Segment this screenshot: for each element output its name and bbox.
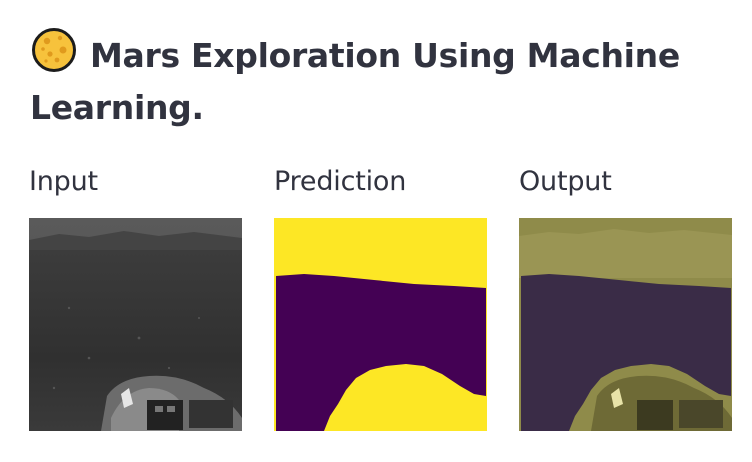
prediction-image bbox=[274, 218, 487, 431]
prediction-heading: Prediction bbox=[274, 166, 407, 197]
page-title: Mars Exploration Using Machine Learning. bbox=[30, 26, 730, 134]
output-column: Output bbox=[519, 162, 732, 431]
planet-emoji-icon bbox=[32, 28, 76, 72]
input-column: Input bbox=[29, 162, 242, 431]
output-image bbox=[519, 218, 732, 431]
input-image bbox=[29, 218, 242, 431]
input-heading: Input bbox=[29, 166, 98, 197]
output-heading: Output bbox=[519, 166, 612, 197]
prediction-column: Prediction bbox=[274, 162, 487, 431]
